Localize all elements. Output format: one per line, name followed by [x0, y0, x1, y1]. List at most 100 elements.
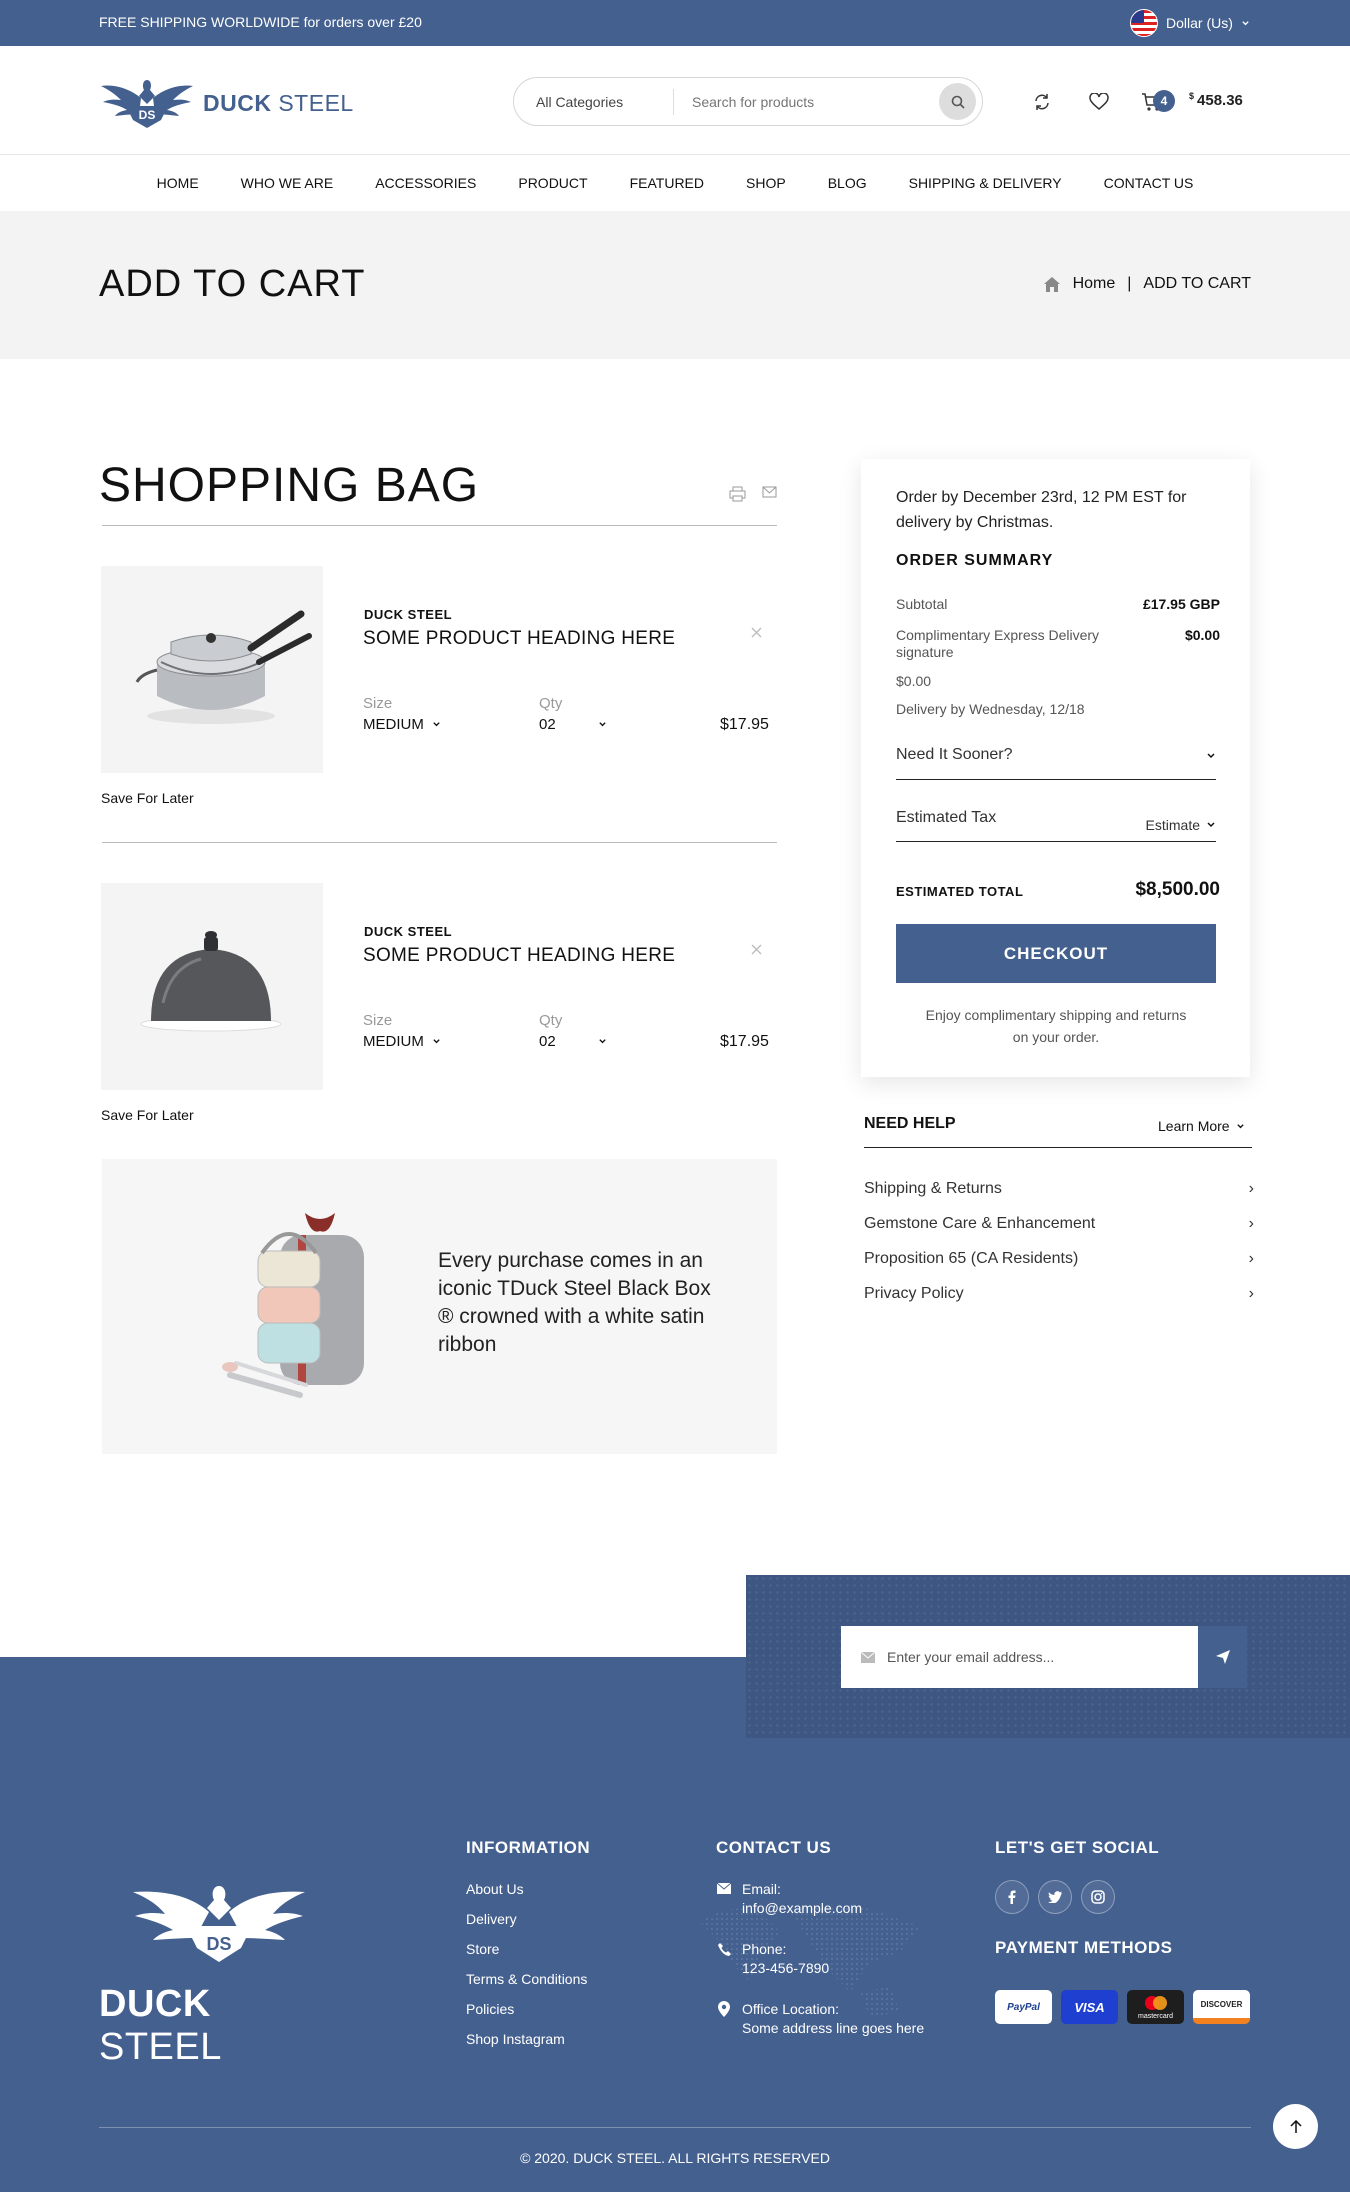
- christmas-notice: Order by December 23rd, 12 PM EST for de…: [896, 489, 1187, 531]
- qty-label: Qty: [539, 695, 563, 712]
- save-for-later-link[interactable]: Save For Later: [101, 790, 194, 806]
- page-header-band: ADD TO CART Home | ADD TO CART: [0, 211, 1350, 359]
- newsletter-submit-button[interactable]: [1198, 1626, 1247, 1688]
- nav-product[interactable]: PRODUCT: [497, 175, 608, 191]
- product-image-cloche[interactable]: [101, 883, 323, 1090]
- twitter-button[interactable]: [1038, 1880, 1072, 1914]
- product-brand: DUCK STEEL: [364, 924, 453, 939]
- chevron-right-icon: ›: [1248, 1180, 1254, 1197]
- size-select[interactable]: MEDIUM: [363, 1033, 441, 1050]
- instagram-button[interactable]: [1081, 1880, 1115, 1914]
- twitter-icon: [1048, 1891, 1062, 1903]
- compare-button[interactable]: [1029, 89, 1055, 115]
- refresh-icon: [1035, 94, 1049, 110]
- site-header: DS DUCK STEEL All Categories: [0, 46, 1350, 155]
- shipping-message: FREE SHIPPING WORLDWIDE for orders over …: [99, 14, 422, 30]
- newsletter-email-field[interactable]: Enter your email address...: [841, 1626, 1198, 1688]
- nav-shop[interactable]: SHOP: [725, 175, 807, 191]
- chevron-down-icon: [1242, 20, 1249, 25]
- remove-item-button[interactable]: [751, 622, 762, 643]
- subtotal-label: Subtotal: [896, 596, 948, 612]
- chevron-down-icon: [1236, 1123, 1244, 1128]
- footer-link-about-us[interactable]: About Us: [466, 1881, 524, 1897]
- promo-text: Every purchase comes in an iconic TDuck …: [438, 1249, 711, 1356]
- item-price: $17.95: [720, 716, 769, 733]
- site-logo[interactable]: DS DUCK STEEL: [99, 74, 354, 132]
- size-label: Size: [363, 695, 393, 712]
- phone-icon: [718, 1943, 731, 1956]
- product-name[interactable]: SOME PRODUCT HEADING HERE: [363, 628, 675, 650]
- footer-logo-wordmark: DUCK STEEL: [99, 1983, 222, 2068]
- order-summary-card: Order by December 23rd, 12 PM EST for de…: [861, 459, 1250, 1077]
- chevron-down-icon: [1207, 753, 1215, 759]
- email-icon[interactable]: [762, 486, 777, 498]
- footer-link-shop-instagram[interactable]: Shop Instagram: [466, 2031, 565, 2047]
- duck-steel-logo-icon: DS: [133, 1886, 305, 1962]
- express-delivery-label: Complimentary Express Delivery signature: [896, 627, 1100, 660]
- cookware-set-image: [135, 610, 312, 724]
- email-link[interactable]: info@example.com: [742, 1900, 862, 1916]
- help-link-shipping-returns[interactable]: Shipping & Returns ›: [864, 1180, 1254, 1198]
- social-title: LET'S GET SOCIAL: [995, 1838, 1160, 1857]
- breadcrumb-separator: |: [1127, 275, 1132, 292]
- footer-divider: [99, 2127, 1251, 2128]
- visa-badge: VISA: [1061, 1990, 1118, 2024]
- learn-more-dropdown[interactable]: Learn More: [1158, 1118, 1245, 1134]
- divider: [864, 1147, 1252, 1148]
- search-button[interactable]: [939, 83, 976, 120]
- qty-select[interactable]: 02: [539, 1033, 607, 1050]
- top-bar: FREE SHIPPING WORLDWIDE for orders over …: [0, 0, 1350, 46]
- chevron-right-icon: ›: [1248, 1250, 1254, 1267]
- qty-select[interactable]: 02: [539, 716, 607, 733]
- facebook-button[interactable]: [995, 1880, 1029, 1914]
- breadcrumb-home[interactable]: Home: [1073, 275, 1116, 293]
- footer-link-terms[interactable]: Terms & Conditions: [466, 1971, 587, 1987]
- currency-selector[interactable]: Dollar (Us): [1130, 9, 1250, 37]
- estimated-total-value: $8,500.00: [1135, 879, 1220, 900]
- gift-box-promo: Every purchase comes in an iconic TDuck …: [102, 1159, 777, 1454]
- shopping-bag-title: SHOPPING BAG: [99, 459, 480, 512]
- heart-icon: [1089, 93, 1109, 110]
- nav-featured[interactable]: FEATURED: [609, 175, 725, 191]
- print-icon[interactable]: [729, 486, 746, 502]
- need-help-title: NEED HELP: [864, 1115, 956, 1132]
- wishlist-button[interactable]: [1086, 89, 1112, 115]
- nav-contact-us[interactable]: CONTACT US: [1083, 175, 1215, 191]
- paypal-badge: PayPal: [995, 1990, 1052, 2024]
- nav-blog[interactable]: BLOG: [807, 175, 888, 191]
- nav-accessories[interactable]: ACCESSORIES: [354, 175, 497, 191]
- search-input[interactable]: [674, 93, 939, 110]
- footer-link-policies[interactable]: Policies: [466, 2001, 514, 2017]
- svg-text:DS: DS: [139, 108, 156, 122]
- estimate-dropdown[interactable]: Estimate: [1146, 809, 1216, 841]
- nav-who-we-are[interactable]: WHO WE ARE: [220, 175, 355, 191]
- qty-label: Qty: [539, 1012, 563, 1029]
- help-link-gemstone-care[interactable]: Gemstone Care & Enhancement ›: [864, 1215, 1254, 1233]
- size-select[interactable]: MEDIUM: [363, 716, 441, 733]
- help-link-privacy-policy[interactable]: Privacy Policy ›: [864, 1285, 1254, 1303]
- remove-item-button[interactable]: [751, 939, 762, 960]
- help-link-proposition-65[interactable]: Proposition 65 (CA Residents) ›: [864, 1250, 1254, 1268]
- footer-link-delivery[interactable]: Delivery: [466, 1911, 517, 1927]
- checkout-button[interactable]: CHECKOUT: [896, 924, 1216, 983]
- nav-home[interactable]: HOME: [136, 175, 220, 191]
- shipping-footnote: Enjoy complimentary shipping and returns…: [925, 1007, 1187, 1045]
- email-label: Email:: [742, 1881, 781, 1897]
- footer-link-store[interactable]: Store: [466, 1941, 499, 1957]
- footer-logo[interactable]: DS DUCK STEEL: [99, 1882, 339, 2069]
- food-cloche-image: [140, 931, 282, 1032]
- phone-link[interactable]: 123-456-7890: [742, 1960, 829, 1976]
- product-image-cookware[interactable]: [101, 566, 323, 773]
- close-icon: [751, 627, 762, 638]
- breadcrumb: Home | ADD TO CART: [1043, 275, 1251, 293]
- chevron-down-icon: [1207, 822, 1215, 828]
- nav-shipping-delivery[interactable]: SHIPPING & DELIVERY: [888, 175, 1083, 191]
- product-name[interactable]: SOME PRODUCT HEADING HERE: [363, 945, 675, 967]
- search-category-select[interactable]: All Categories: [514, 88, 674, 115]
- estimated-tax-label: Estimated Tax: [896, 809, 997, 826]
- need-sooner-dropdown[interactable]: Need It Sooner?: [896, 746, 1216, 780]
- payment-methods: PayPal VISA mastercard DISCOVER: [995, 1990, 1250, 2024]
- newsletter-placeholder: Enter your email address...: [887, 1649, 1055, 1665]
- back-to-top-button[interactable]: [1273, 2104, 1318, 2149]
- save-for-later-link[interactable]: Save For Later: [101, 1107, 194, 1123]
